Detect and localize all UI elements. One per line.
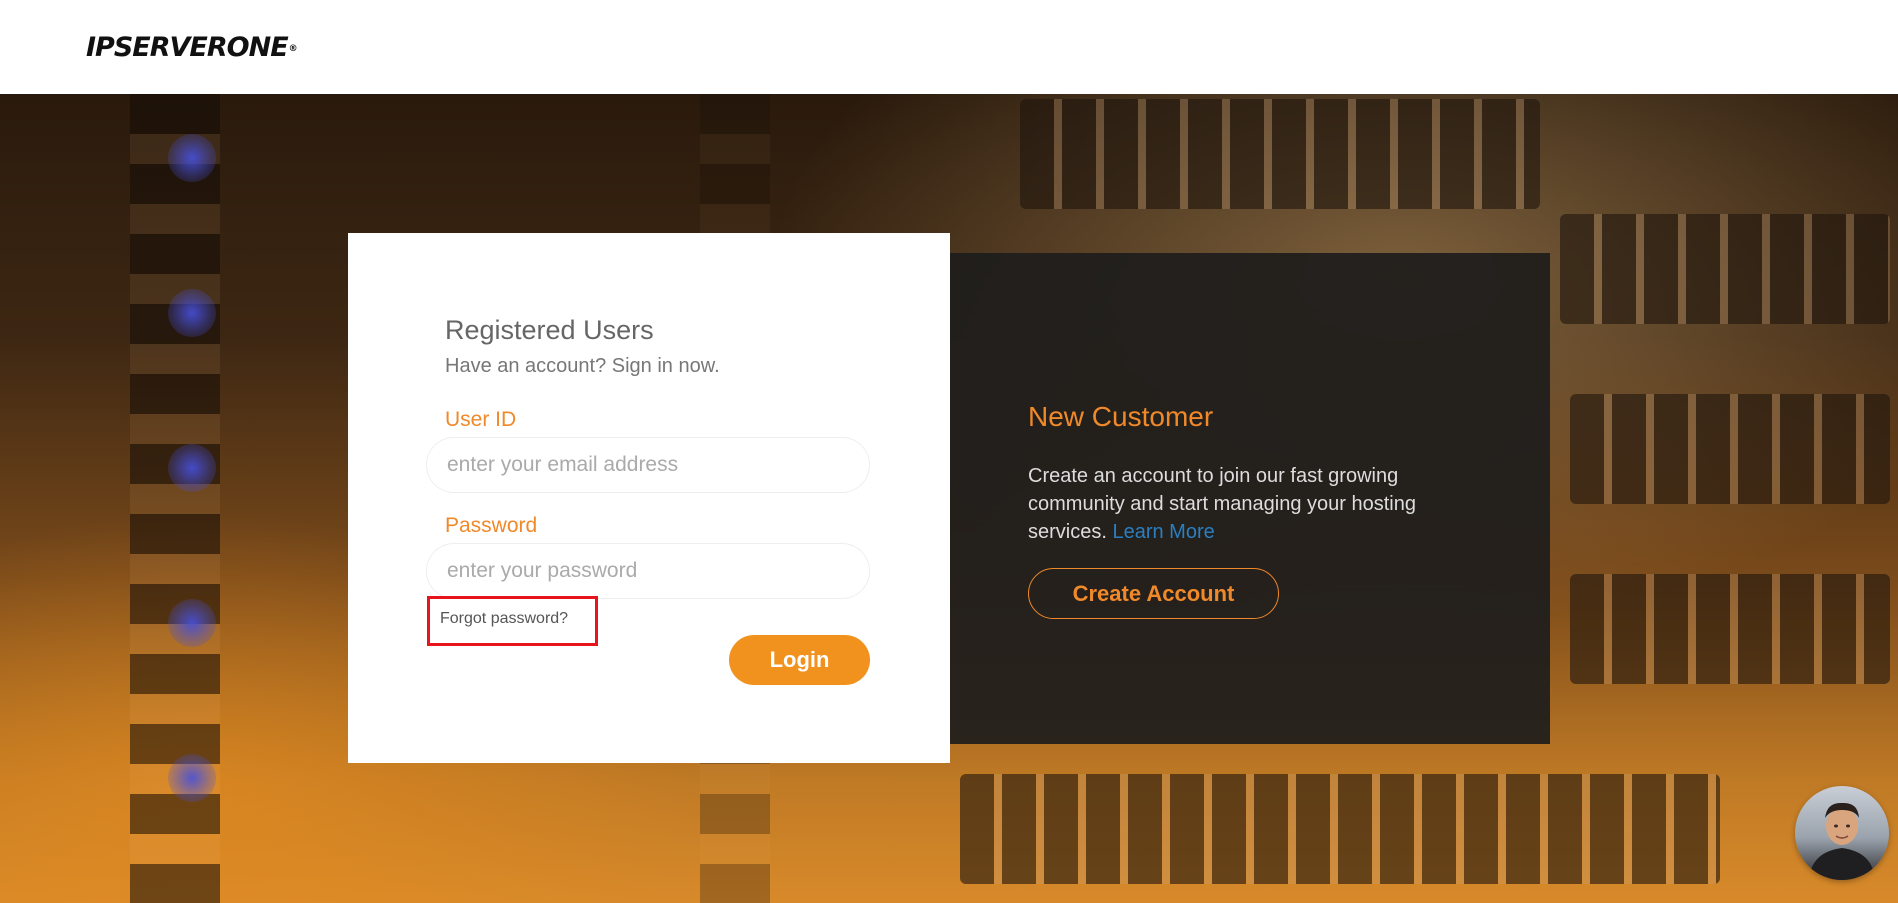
server-unit: [960, 774, 1720, 884]
user-id-input[interactable]: [426, 437, 870, 493]
avatar-portrait-icon: [1809, 802, 1875, 880]
forgot-password-highlight: Forgot password?: [427, 596, 598, 646]
support-agent-avatar-icon[interactable]: [1795, 786, 1889, 880]
server-unit: [1560, 214, 1890, 324]
status-light: [168, 444, 216, 492]
server-unit: [1020, 99, 1540, 209]
site-header: IPSERVERONE®: [0, 0, 1898, 94]
status-light: [168, 754, 216, 802]
status-light: [168, 134, 216, 182]
server-unit: [1570, 394, 1890, 504]
new-customer-title: New Customer: [1028, 401, 1214, 432]
login-subtitle: Have an account? Sign in now.: [445, 355, 720, 377]
password-label: Password: [445, 514, 538, 537]
create-account-button[interactable]: Create Account: [1028, 568, 1279, 619]
status-light: [168, 599, 216, 647]
forgot-password-link[interactable]: Forgot password?: [440, 610, 568, 628]
logo-text: IPSERVERONE: [86, 32, 289, 63]
login-title: Registered Users: [445, 315, 654, 345]
status-light: [168, 289, 216, 337]
new-customer-description: Create an account to join our fast growi…: [1028, 462, 1498, 546]
password-input[interactable]: [426, 543, 870, 599]
login-panel: Registered Users Have an account? Sign i…: [348, 233, 950, 763]
site-logo[interactable]: IPSERVERONE®: [86, 32, 298, 63]
user-id-label: User ID: [445, 408, 517, 431]
server-unit: [1570, 574, 1890, 684]
new-customer-description-text: Create an account to join our fast growi…: [1028, 465, 1416, 543]
login-button[interactable]: Login: [729, 635, 870, 685]
new-customer-panel: New Customer Create an account to join o…: [950, 253, 1550, 744]
logo-trademark: ®: [288, 44, 298, 54]
learn-more-link[interactable]: Learn More: [1112, 521, 1214, 543]
